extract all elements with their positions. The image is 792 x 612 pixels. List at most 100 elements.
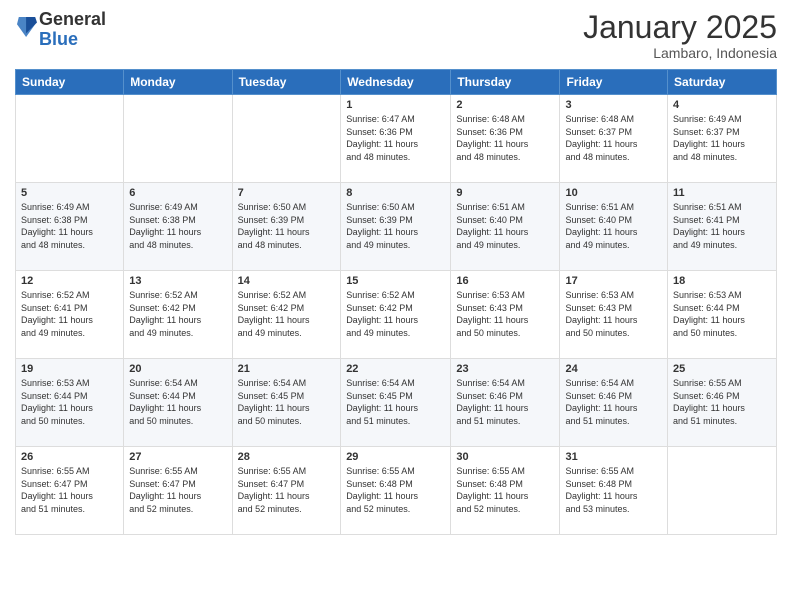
day-info: Sunrise: 6:53 AM Sunset: 6:44 PM Dayligh… [673, 289, 771, 339]
day-info: Sunrise: 6:54 AM Sunset: 6:45 PM Dayligh… [346, 377, 445, 427]
calendar-cell [124, 95, 232, 183]
page: General Blue January 2025 Lambaro, Indon… [0, 0, 792, 612]
day-info: Sunrise: 6:49 AM Sunset: 6:37 PM Dayligh… [673, 113, 771, 163]
calendar-cell: 6 Sunrise: 6:49 AM Sunset: 6:38 PM Daylig… [124, 183, 232, 271]
calendar-cell: 7Sunrise: 6:50 AM Sunset: 6:39 PM Daylig… [232, 183, 341, 271]
day-number: 1 [346, 99, 445, 111]
day-number: 21 [238, 363, 336, 375]
col-monday: Monday [124, 70, 232, 95]
calendar-cell: 2Sunrise: 6:48 AM Sunset: 6:36 PM Daylig… [451, 95, 560, 183]
day-info: Sunrise: 6:53 AM Sunset: 6:44 PM Dayligh… [21, 377, 118, 427]
day-number: 11 [673, 187, 771, 199]
day-number: 8 [346, 187, 445, 199]
day-info: Sunrise: 6:55 AM Sunset: 6:47 PM Dayligh… [129, 465, 226, 515]
calendar-cell: 20 Sunrise: 6:54 AM Sunset: 6:44 PM Dayli… [124, 359, 232, 447]
day-number: 9 [456, 187, 554, 199]
calendar-cell: 28Sunrise: 6:55 AM Sunset: 6:47 PM Dayli… [232, 447, 341, 535]
col-thursday: Thursday [451, 70, 560, 95]
day-number: 14 [238, 275, 336, 287]
day-number: 27 [129, 451, 226, 463]
header: General Blue January 2025 Lambaro, Indon… [15, 10, 777, 61]
day-info: Sunrise: 6:55 AM Sunset: 6:46 PM Dayligh… [673, 377, 771, 427]
calendar-week-row: 12 Sunrise: 6:52 AM Sunset: 6:41 PM Dayli… [16, 271, 777, 359]
day-number: 24 [565, 363, 662, 375]
calendar-cell: 27 Sunrise: 6:55 AM Sunset: 6:47 PM Dayli… [124, 447, 232, 535]
day-info: Sunrise: 6:51 AM Sunset: 6:40 PM Dayligh… [565, 201, 662, 251]
calendar-cell [16, 95, 124, 183]
calendar-cell: 26Sunrise: 6:55 AM Sunset: 6:47 PM Dayli… [16, 447, 124, 535]
logo-general-text: General [39, 9, 106, 29]
day-number: 13 [129, 275, 226, 287]
day-number: 7 [238, 187, 336, 199]
day-number: 25 [673, 363, 771, 375]
day-info: Sunrise: 6:55 AM Sunset: 6:48 PM Dayligh… [565, 465, 662, 515]
calendar-week-row: 26Sunrise: 6:55 AM Sunset: 6:47 PM Dayli… [16, 447, 777, 535]
calendar-cell: 8Sunrise: 6:50 AM Sunset: 6:39 PM Daylig… [341, 183, 451, 271]
calendar-cell: 13 Sunrise: 6:52 AM Sunset: 6:42 PM Dayli… [124, 271, 232, 359]
day-number: 31 [565, 451, 662, 463]
day-number: 22 [346, 363, 445, 375]
calendar-header-row: Sunday Monday Tuesday Wednesday Thursday… [16, 70, 777, 95]
day-number: 19 [21, 363, 118, 375]
day-info: Sunrise: 6:54 AM Sunset: 6:46 PM Dayligh… [456, 377, 554, 427]
day-number: 15 [346, 275, 445, 287]
day-info: Sunrise: 6:54 AM Sunset: 6:44 PM Dayligh… [129, 377, 226, 427]
day-number: 18 [673, 275, 771, 287]
day-info: Sunrise: 6:53 AM Sunset: 6:43 PM Dayligh… [456, 289, 554, 339]
calendar-cell: 4 Sunrise: 6:49 AM Sunset: 6:37 PM Daylig… [668, 95, 777, 183]
day-number: 29 [346, 451, 445, 463]
day-number: 30 [456, 451, 554, 463]
logo-icon [17, 15, 37, 39]
logo-blue-text: Blue [39, 29, 78, 49]
day-info: Sunrise: 6:49 AM Sunset: 6:38 PM Dayligh… [129, 201, 226, 251]
calendar-cell: 15 Sunrise: 6:52 AM Sunset: 6:42 PM Dayli… [341, 271, 451, 359]
calendar-cell: 22 Sunrise: 6:54 AM Sunset: 6:45 PM Dayli… [341, 359, 451, 447]
day-info: Sunrise: 6:48 AM Sunset: 6:36 PM Dayligh… [456, 113, 554, 163]
calendar-cell [232, 95, 341, 183]
day-info: Sunrise: 6:54 AM Sunset: 6:46 PM Dayligh… [565, 377, 662, 427]
day-number: 6 [129, 187, 226, 199]
calendar-cell: 3 Sunrise: 6:48 AM Sunset: 6:37 PM Daylig… [560, 95, 668, 183]
calendar-week-row: 5 Sunrise: 6:49 AM Sunset: 6:38 PM Daylig… [16, 183, 777, 271]
day-number: 16 [456, 275, 554, 287]
col-sunday: Sunday [16, 70, 124, 95]
day-info: Sunrise: 6:55 AM Sunset: 6:48 PM Dayligh… [456, 465, 554, 515]
calendar-week-row: 1 Sunrise: 6:47 AM Sunset: 6:36 PM Daylig… [16, 95, 777, 183]
calendar-cell: 18 Sunrise: 6:53 AM Sunset: 6:44 PM Dayli… [668, 271, 777, 359]
calendar-cell: 10 Sunrise: 6:51 AM Sunset: 6:40 PM Dayli… [560, 183, 668, 271]
day-number: 17 [565, 275, 662, 287]
day-info: Sunrise: 6:52 AM Sunset: 6:42 PM Dayligh… [238, 289, 336, 339]
day-number: 28 [238, 451, 336, 463]
day-info: Sunrise: 6:52 AM Sunset: 6:42 PM Dayligh… [129, 289, 226, 339]
day-number: 20 [129, 363, 226, 375]
calendar-cell: 23Sunrise: 6:54 AM Sunset: 6:46 PM Dayli… [451, 359, 560, 447]
day-info: Sunrise: 6:54 AM Sunset: 6:45 PM Dayligh… [238, 377, 336, 427]
col-saturday: Saturday [668, 70, 777, 95]
calendar-cell: 21 Sunrise: 6:54 AM Sunset: 6:45 PM Dayli… [232, 359, 341, 447]
calendar-cell: 14 Sunrise: 6:52 AM Sunset: 6:42 PM Dayli… [232, 271, 341, 359]
calendar-cell: 1 Sunrise: 6:47 AM Sunset: 6:36 PM Daylig… [341, 95, 451, 183]
day-number: 3 [565, 99, 662, 111]
day-info: Sunrise: 6:48 AM Sunset: 6:37 PM Dayligh… [565, 113, 662, 163]
day-info: Sunrise: 6:47 AM Sunset: 6:36 PM Dayligh… [346, 113, 445, 163]
calendar-cell: 30 Sunrise: 6:55 AM Sunset: 6:48 PM Dayli… [451, 447, 560, 535]
calendar-cell: 25 Sunrise: 6:55 AM Sunset: 6:46 PM Dayli… [668, 359, 777, 447]
calendar-cell: 12 Sunrise: 6:52 AM Sunset: 6:41 PM Dayli… [16, 271, 124, 359]
col-wednesday: Wednesday [341, 70, 451, 95]
day-number: 4 [673, 99, 771, 111]
calendar: Sunday Monday Tuesday Wednesday Thursday… [15, 69, 777, 535]
day-number: 5 [21, 187, 118, 199]
day-info: Sunrise: 6:51 AM Sunset: 6:40 PM Dayligh… [456, 201, 554, 251]
day-info: Sunrise: 6:52 AM Sunset: 6:41 PM Dayligh… [21, 289, 118, 339]
calendar-cell: 16 Sunrise: 6:53 AM Sunset: 6:43 PM Dayli… [451, 271, 560, 359]
calendar-cell: 9 Sunrise: 6:51 AM Sunset: 6:40 PM Daylig… [451, 183, 560, 271]
day-info: Sunrise: 6:52 AM Sunset: 6:42 PM Dayligh… [346, 289, 445, 339]
col-tuesday: Tuesday [232, 70, 341, 95]
day-info: Sunrise: 6:49 AM Sunset: 6:38 PM Dayligh… [21, 201, 118, 251]
day-info: Sunrise: 6:55 AM Sunset: 6:48 PM Dayligh… [346, 465, 445, 515]
location: Lambaro, Indonesia [583, 45, 777, 61]
calendar-cell [668, 447, 777, 535]
day-number: 10 [565, 187, 662, 199]
calendar-cell: 17Sunrise: 6:53 AM Sunset: 6:43 PM Dayli… [560, 271, 668, 359]
day-number: 12 [21, 275, 118, 287]
